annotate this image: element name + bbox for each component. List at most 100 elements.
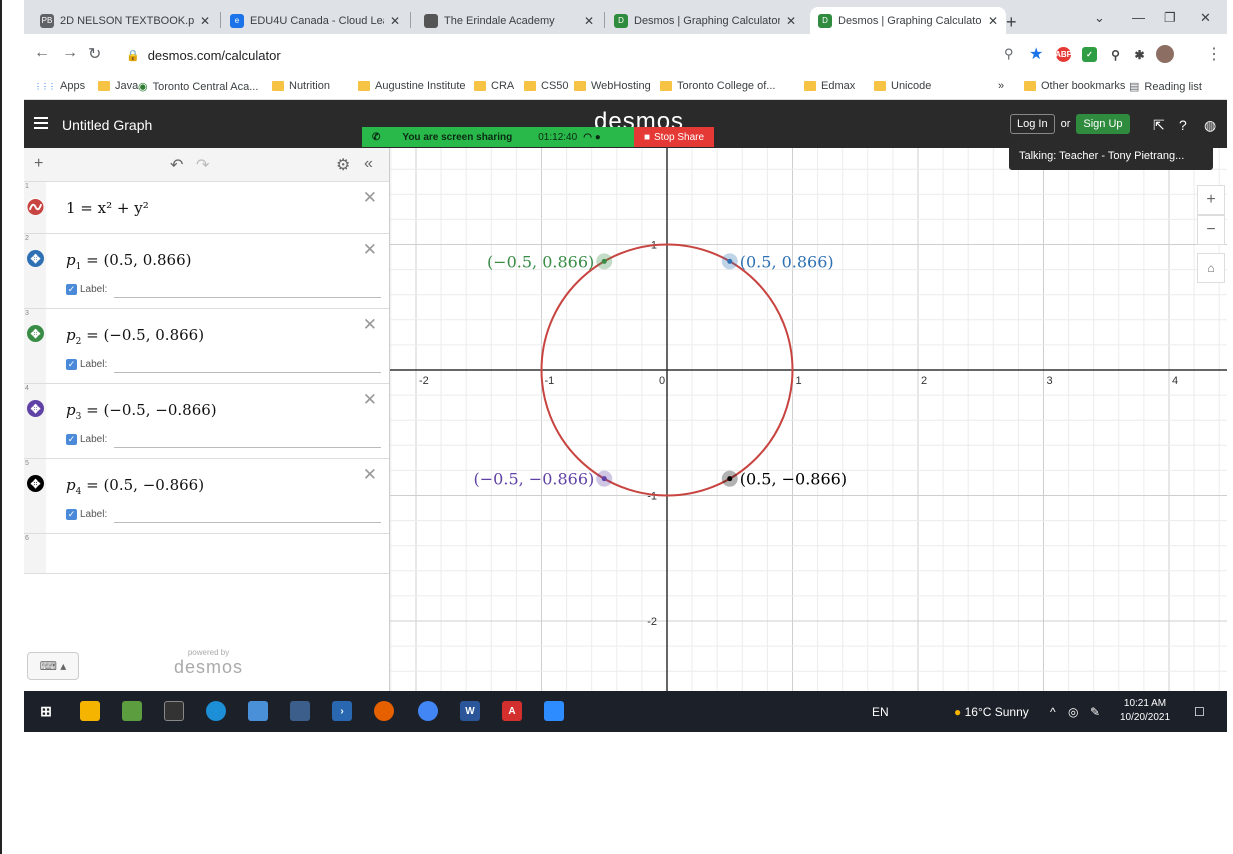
bookmark-item[interactable]: ◉ Toronto Central Aca...: [138, 80, 258, 94]
bookmark-item[interactable]: Java: [98, 80, 138, 92]
expression-row[interactable]: 6: [24, 534, 389, 574]
label-input[interactable]: [114, 297, 381, 298]
signup-button[interactable]: Sign Up: [1076, 114, 1130, 134]
adblock-extension-icon[interactable]: ABP: [1055, 47, 1072, 62]
back-button[interactable]: ←: [34, 44, 50, 62]
network-icon[interactable]: ◎: [1068, 705, 1078, 719]
label-input[interactable]: [114, 447, 381, 448]
tab-5[interactable]: D Desmos | Graphing Calculator ✕: [810, 7, 1006, 34]
minimize-button[interactable]: —: [1132, 10, 1145, 25]
system-clock[interactable]: 10:21 AM 10/20/2021: [1120, 697, 1170, 725]
tab-3[interactable]: The Erindale Academy ✕: [416, 7, 602, 34]
paint-app-icon[interactable]: [248, 701, 268, 721]
reload-button[interactable]: ↻: [88, 44, 101, 64]
close-window-button[interactable]: ✕: [1200, 10, 1211, 26]
extensions-puzzle-icon[interactable]: ✱: [1132, 47, 1147, 62]
bookmark-item[interactable]: Nutrition: [272, 80, 330, 92]
redo-icon[interactable]: ↷: [196, 155, 209, 175]
expression-math[interactable]: p2 = (−0.5, 0.866): [66, 326, 204, 347]
notifications-icon[interactable]: ☐: [1194, 705, 1205, 719]
tab-1[interactable]: PB 2D NELSON TEXTBOOK.pdf ✕: [32, 7, 218, 34]
collapse-panel-icon[interactable]: «: [364, 155, 373, 173]
bookmark-star-icon[interactable]: ★: [1029, 44, 1043, 64]
expression-math[interactable]: p1 = (0.5, 0.866): [66, 251, 192, 272]
graph-canvas[interactable]: -2 -1 0 1 2 3 41-1-2(−0.5, 0.866) (0.5, 0.866)(…: [390, 148, 1227, 691]
zoom-out-button[interactable]: −: [1197, 215, 1225, 245]
address-bar[interactable]: 🔒 desmos.com/calculator: [126, 42, 986, 68]
label-toggle[interactable]: ✓ Label:: [66, 284, 107, 295]
other-bookmarks[interactable]: Other bookmarks: [1024, 80, 1125, 92]
label-checkbox[interactable]: ✓: [66, 434, 77, 445]
add-item-icon[interactable]: +: [34, 155, 43, 173]
undo-icon[interactable]: ↶: [170, 155, 183, 175]
expression-row[interactable]: 1 1 = x² + y² ✕: [24, 182, 389, 234]
language-globe-icon[interactable]: ◍: [1204, 117, 1216, 134]
restore-button[interactable]: ❐: [1164, 10, 1176, 26]
file-explorer-icon[interactable]: [80, 701, 100, 721]
login-button[interactable]: Log In: [1010, 114, 1055, 134]
word-app-icon[interactable]: W: [460, 701, 480, 721]
bookmark-item[interactable]: CRA: [474, 80, 514, 92]
pen-icon[interactable]: ✎: [1090, 705, 1100, 719]
firefox-icon[interactable]: [374, 701, 394, 721]
point-drag-icon[interactable]: ✥: [27, 250, 44, 267]
delete-expression-icon[interactable]: ✕: [363, 188, 377, 208]
chrome-icon[interactable]: [418, 701, 438, 721]
point-drag-icon[interactable]: ✥: [27, 475, 44, 492]
expression-row[interactable]: 2 ✥ ✓ Label: p1 = (0.5, 0.866) ✕: [24, 234, 389, 309]
delete-expression-icon[interactable]: ✕: [363, 240, 377, 260]
expression-math[interactable]: p4 = (0.5, −0.866): [66, 476, 204, 497]
close-tab-icon[interactable]: ✕: [584, 14, 594, 28]
stop-share-button[interactable]: ■ Stop Share: [634, 127, 714, 147]
delete-expression-icon[interactable]: ✕: [363, 315, 377, 335]
bookmark-item[interactable]: WebHosting: [574, 80, 651, 92]
terminal-app-icon[interactable]: [164, 701, 184, 721]
close-tab-icon[interactable]: ✕: [786, 14, 796, 28]
graph-title[interactable]: Untitled Graph: [62, 117, 152, 133]
tab-2[interactable]: e EDU4U Canada - Cloud Learn ✕: [222, 7, 408, 34]
delete-expression-icon[interactable]: ✕: [363, 465, 377, 485]
tab-4[interactable]: D Desmos | Graphing Calculator ✕: [606, 7, 804, 34]
keyboard-toggle-button[interactable]: ⌨ ▴: [27, 652, 79, 680]
expression-row[interactable]: 4 ✥ ✓ Label: p3 = (−0.5, −0.866) ✕: [24, 384, 389, 459]
new-tab-button[interactable]: +: [1006, 12, 1017, 33]
tab-search-icon[interactable]: ⌄: [1094, 10, 1105, 26]
bookmark-item[interactable]: Unicode: [874, 80, 931, 92]
home-icon[interactable]: ⌂: [1197, 253, 1225, 283]
curve-color-icon[interactable]: [27, 198, 44, 215]
label-input[interactable]: [114, 372, 381, 373]
zoom-app-icon[interactable]: [544, 701, 564, 721]
check-extension-icon[interactable]: ✓: [1082, 47, 1097, 62]
menu-kebab-icon[interactable]: ⋮: [1206, 44, 1222, 64]
hamburger-menu-icon[interactable]: [34, 117, 48, 129]
search-extension-icon[interactable]: ⚲: [1108, 47, 1123, 62]
label-toggle[interactable]: ✓ Label:: [66, 434, 107, 445]
more-bookmarks-icon[interactable]: »: [998, 80, 1004, 92]
zoom-icon[interactable]: ⚲: [1004, 46, 1014, 62]
weather-widget[interactable]: ● 16°C Sunny: [954, 705, 1029, 719]
bookmark-item[interactable]: ⋮⋮⋮ Apps: [34, 80, 85, 92]
label-toggle[interactable]: ✓ Label:: [66, 359, 107, 370]
profile-avatar[interactable]: [1156, 45, 1174, 63]
acrobat-app-icon[interactable]: A: [502, 701, 522, 721]
settings-gear-icon[interactable]: ⚙: [336, 155, 350, 175]
label-input[interactable]: [114, 522, 381, 523]
point-drag-icon[interactable]: ✥: [27, 325, 44, 342]
windows-start-icon[interactable]: ⊞: [36, 701, 56, 721]
powershell-app-icon[interactable]: ›: [332, 701, 352, 721]
share-graph-icon[interactable]: ⇱: [1153, 117, 1165, 134]
expression-row[interactable]: 5 ✥ ✓ Label: p4 = (0.5, −0.866) ✕: [24, 459, 389, 534]
notepad-app-icon[interactable]: [122, 701, 142, 721]
label-toggle[interactable]: ✓ Label:: [66, 509, 107, 520]
label-checkbox[interactable]: ✓: [66, 284, 77, 295]
delete-expression-icon[interactable]: ✕: [363, 390, 377, 410]
bookmark-item[interactable]: Edmax: [804, 80, 855, 92]
tray-chevron-icon[interactable]: ^: [1050, 705, 1056, 719]
edge-browser-icon[interactable]: [206, 701, 226, 721]
help-icon[interactable]: ?: [1179, 117, 1187, 133]
graph-paper[interactable]: -2 -1 0 1 2 3 4 1 -1 -2 (−0.5, 0.866) (0.5, 0.866)(…: [390, 148, 1227, 691]
label-checkbox[interactable]: ✓: [66, 359, 77, 370]
bookmark-item[interactable]: Augustine Institute: [358, 80, 466, 92]
calculator-app-icon[interactable]: [290, 701, 310, 721]
expression-math[interactable]: 1 = x² + y²: [66, 199, 149, 217]
